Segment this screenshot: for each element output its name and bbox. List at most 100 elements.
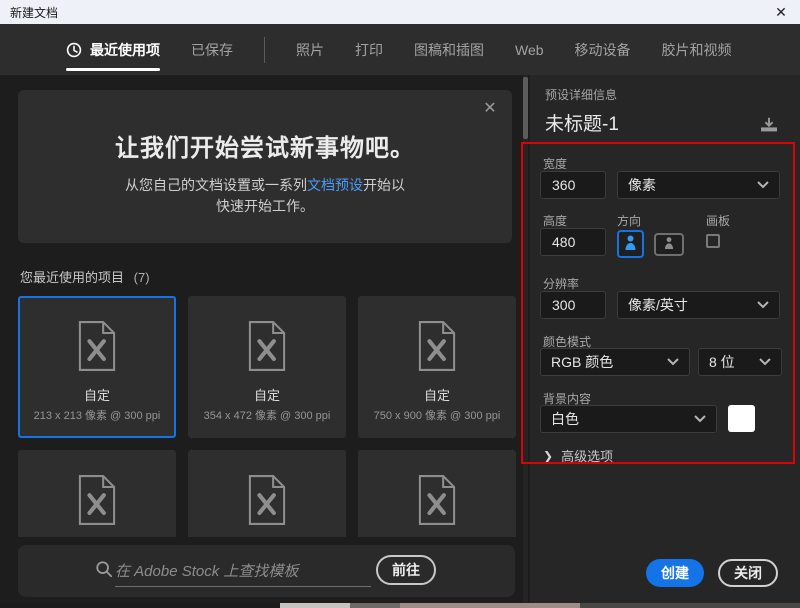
background-app-sliver xyxy=(280,603,350,608)
banner-subtitle-text: 开始以 xyxy=(363,177,405,193)
chevron-right-icon: ❯ xyxy=(543,449,553,463)
chevron-down-icon xyxy=(694,415,706,423)
recent-card-5[interactable] xyxy=(188,450,346,537)
background-color-swatch[interactable] xyxy=(728,405,755,432)
resolution-input[interactable] xyxy=(540,291,606,319)
new-document-dialog: 新建文档 ✕ 最近使用项 已保存 照片 打印 图稿和插图 Web 移动设备 胶片… xyxy=(0,0,800,603)
document-template-icon xyxy=(245,320,289,377)
document-template-icon xyxy=(75,320,119,377)
tab-label: Web xyxy=(515,42,544,58)
bit-depth-dropdown[interactable]: 8 位 xyxy=(698,348,782,376)
stock-search-input[interactable] xyxy=(115,557,371,587)
background-app-sliver xyxy=(400,603,580,608)
save-preset-icon[interactable] xyxy=(759,117,779,138)
width-unit-value: 像素 xyxy=(628,175,757,195)
background-contents-dropdown[interactable]: 白色 xyxy=(540,405,717,433)
orientation-landscape-button[interactable] xyxy=(654,233,684,256)
recent-cards-row-2-clipped xyxy=(18,450,518,537)
landscape-person-icon xyxy=(663,236,675,254)
recent-cards-row-1: 自定 213 x 213 像素 @ 300 ppi 自定 354 x 472 像… xyxy=(18,296,516,438)
tab-label: 移动设备 xyxy=(575,40,631,60)
chevron-down-icon xyxy=(667,358,679,366)
tab-mobile[interactable]: 移动设备 xyxy=(575,24,631,75)
card-spec: 750 x 900 像素 @ 300 ppi xyxy=(374,407,501,423)
height-label: 高度 xyxy=(543,212,567,229)
portrait-person-icon xyxy=(624,234,637,255)
background-contents-value: 白色 xyxy=(551,409,694,429)
card-spec: 354 x 472 像素 @ 300 ppi xyxy=(204,407,331,423)
document-template-icon xyxy=(245,474,289,531)
tab-label: 打印 xyxy=(355,40,383,60)
tab-label: 照片 xyxy=(296,40,324,60)
chevron-down-icon xyxy=(757,301,769,309)
document-presets-link[interactable]: 文档预设 xyxy=(307,177,363,193)
recent-card-1-selected[interactable]: 自定 213 x 213 像素 @ 300 ppi xyxy=(18,296,176,438)
dialog-titlebar: 新建文档 ✕ xyxy=(0,0,800,24)
width-label: 宽度 xyxy=(543,155,567,172)
document-template-icon xyxy=(415,320,459,377)
bit-depth-value: 8 位 xyxy=(709,352,759,372)
resolution-unit-dropdown[interactable]: 像素/英寸 xyxy=(617,291,780,319)
tab-label: 胶片和视频 xyxy=(662,40,732,60)
banner-close-icon[interactable]: ✕ xyxy=(480,98,500,118)
recent-cards-row-2 xyxy=(18,450,518,537)
color-mode-dropdown[interactable]: RGB 颜色 xyxy=(540,348,690,376)
height-input[interactable] xyxy=(540,228,606,256)
preset-details-panel: 预设详细信息 未标题-1 宽度 像素 高度 方向 画板 分辨率 像素/英寸 xyxy=(530,75,800,603)
orientation-portrait-button[interactable] xyxy=(617,230,644,258)
go-button[interactable]: 前往 xyxy=(376,555,436,585)
dialog-close-icon[interactable]: ✕ xyxy=(770,0,792,24)
background-app-sliver xyxy=(350,603,400,608)
document-template-icon xyxy=(75,474,119,531)
recent-card-2[interactable]: 自定 354 x 472 像素 @ 300 ppi xyxy=(188,296,346,438)
advanced-options-toggle[interactable]: ❯ 高级选项 xyxy=(543,446,613,465)
banner-subtitle: 从您自己的文档设置或一系列文档预设开始以 快速开始工作。 xyxy=(18,175,512,217)
color-mode-value: RGB 颜色 xyxy=(551,352,667,372)
banner-title: 让我们开始尝试新事物吧。 xyxy=(18,128,512,163)
chevron-down-icon xyxy=(757,181,769,189)
background-app-sliver xyxy=(0,603,280,608)
card-name: 自定 xyxy=(424,385,450,404)
tab-print[interactable]: 打印 xyxy=(355,24,383,75)
width-unit-dropdown[interactable]: 像素 xyxy=(617,171,780,199)
adobe-stock-searchbar: 前往 xyxy=(18,545,515,597)
orientation-label: 方向 xyxy=(617,212,641,229)
dialog-title: 新建文档 xyxy=(0,4,58,21)
clock-icon xyxy=(66,42,82,58)
tab-label: 已保存 xyxy=(191,40,233,60)
document-name[interactable]: 未标题-1 xyxy=(545,109,619,136)
banner-subtitle-line2: 快速开始工作。 xyxy=(216,198,314,214)
background-app-sliver xyxy=(580,603,800,608)
recent-card-6[interactable] xyxy=(358,450,516,537)
advanced-options-label: 高级选项 xyxy=(561,446,613,465)
card-name: 自定 xyxy=(254,385,280,404)
search-icon xyxy=(95,560,113,583)
card-spec: 213 x 213 像素 @ 300 ppi xyxy=(34,407,161,423)
recent-items-title: 您最近使用的项目 xyxy=(20,270,124,285)
recent-items-count: (7) xyxy=(134,270,150,285)
create-button[interactable]: 创建 xyxy=(646,559,704,587)
tab-label: 图稿和插图 xyxy=(414,40,484,60)
document-template-icon xyxy=(415,474,459,531)
category-tabbar: 最近使用项 已保存 照片 打印 图稿和插图 Web 移动设备 胶片和视频 xyxy=(0,24,800,75)
width-input[interactable] xyxy=(540,171,606,199)
tab-saved[interactable]: 已保存 xyxy=(191,24,233,75)
scrollbar-thumb[interactable] xyxy=(523,77,528,139)
recent-card-3[interactable]: 自定 750 x 900 像素 @ 300 ppi xyxy=(358,296,516,438)
tab-recent[interactable]: 最近使用项 xyxy=(66,24,160,75)
resolution-unit-value: 像素/英寸 xyxy=(628,295,757,315)
vertical-scrollbar[interactable] xyxy=(523,75,528,603)
close-button[interactable]: 关闭 xyxy=(718,559,778,587)
recent-card-4[interactable] xyxy=(18,450,176,537)
promo-banner: ✕ 让我们开始尝试新事物吧。 从您自己的文档设置或一系列文档预设开始以 快速开始… xyxy=(18,90,512,243)
artboard-checkbox[interactable] xyxy=(706,234,720,248)
recent-items-header: 您最近使用的项目 (7) xyxy=(20,267,150,286)
tab-web[interactable]: Web xyxy=(515,24,544,75)
preset-details-header: 预设详细信息 xyxy=(545,86,617,103)
tab-film-video[interactable]: 胶片和视频 xyxy=(662,24,732,75)
tab-divider xyxy=(264,37,265,63)
card-name: 自定 xyxy=(84,385,110,404)
resolution-label: 分辨率 xyxy=(543,275,579,292)
tab-art-illustration[interactable]: 图稿和插图 xyxy=(414,24,484,75)
tab-photo[interactable]: 照片 xyxy=(296,24,324,75)
